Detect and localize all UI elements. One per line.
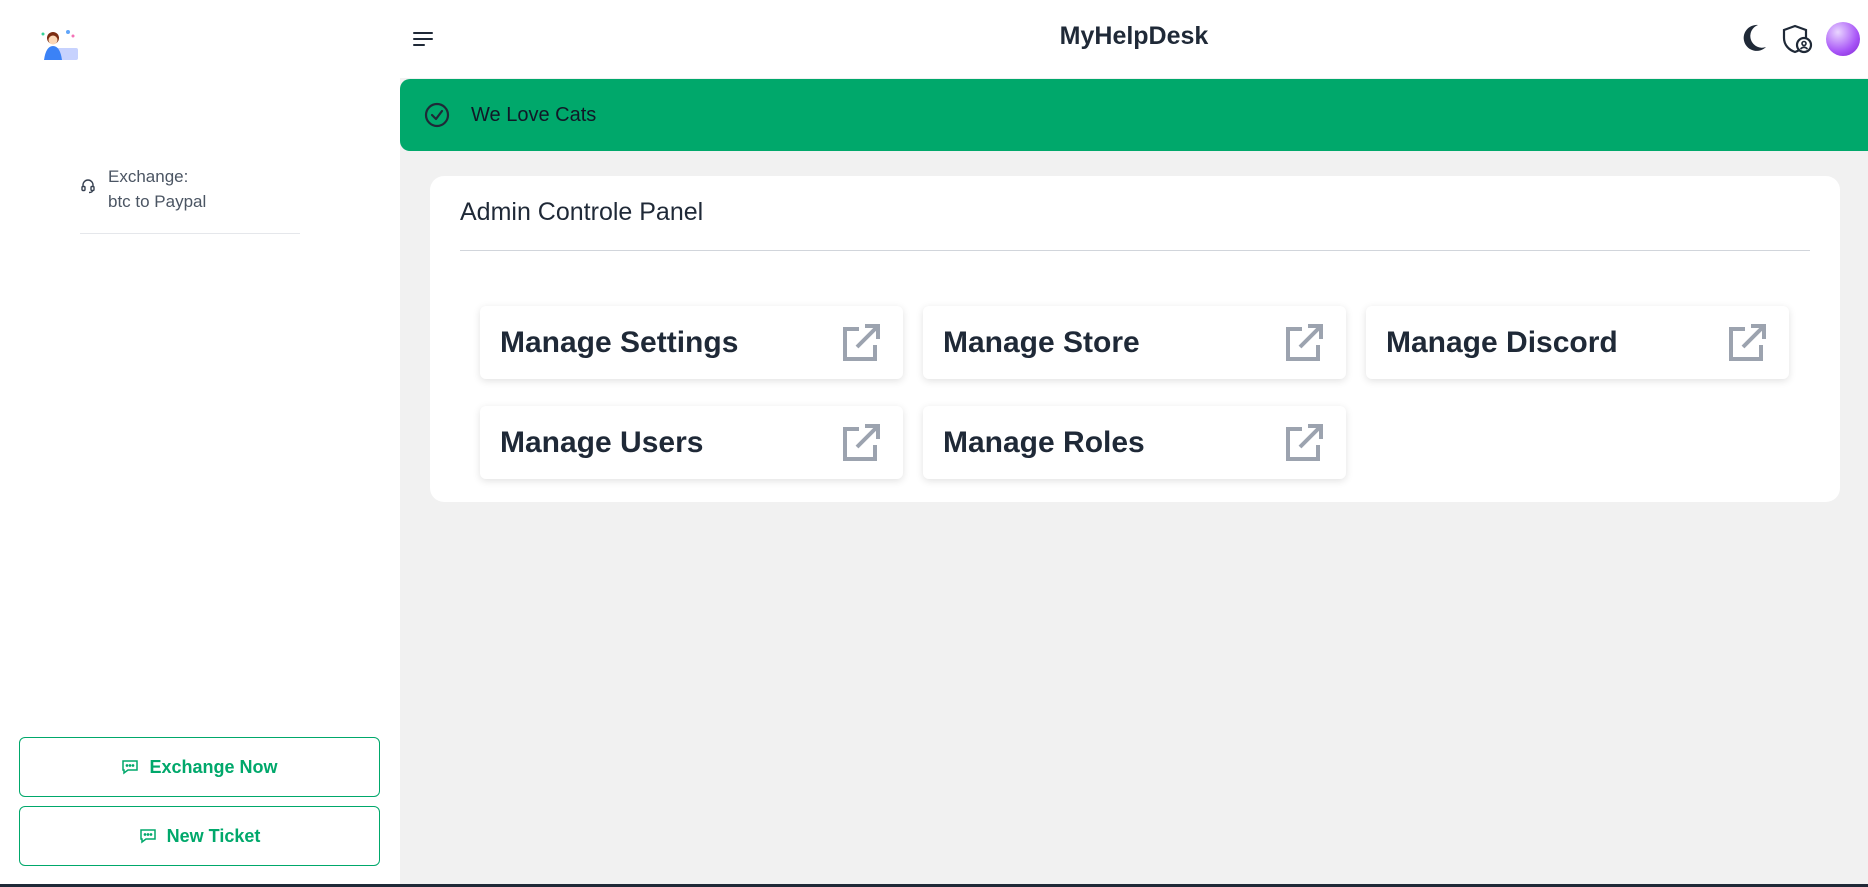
top-header: MyHelpDesk [400, 0, 1868, 78]
chat-icon [122, 760, 139, 775]
notification-text: We Love Cats [471, 103, 597, 126]
headset-icon [81, 179, 95, 194]
external-link-icon [1729, 323, 1766, 361]
app-title: MyHelpDesk [1059, 22, 1209, 50]
app-root: Exchange: btc to Paypal Exchange Now New… [0, 0, 1868, 887]
exchange-now-label: Exchange Now [149, 756, 278, 777]
exchange-now-button[interactable]: Exchange Now [19, 737, 380, 797]
admin-panel: Admin Controle Panel Manage Settings Man… [430, 176, 1840, 502]
manage-store-card[interactable]: Manage Store [923, 306, 1346, 379]
card-label: Manage Discord [1386, 325, 1618, 359]
card-label: Manage Settings [500, 325, 739, 359]
logo[interactable] [38, 26, 80, 64]
card-label: Manage Roles [943, 425, 1145, 459]
sidebar-item-exchange-btc-paypal[interactable]: Exchange: btc to Paypal [80, 164, 300, 234]
sidebar-item-label-line2: btc to Paypal [108, 192, 207, 211]
new-ticket-button[interactable]: New Ticket [19, 806, 380, 866]
external-link-icon [1286, 423, 1323, 461]
new-ticket-label: New Ticket [166, 825, 261, 846]
card-label: Manage Users [500, 425, 704, 459]
page-title: Admin Controle Panel [460, 198, 704, 226]
notification-banner: We Love Cats [400, 79, 1868, 151]
manage-roles-card[interactable]: Manage Roles [923, 406, 1346, 479]
external-link-icon [1286, 323, 1323, 361]
external-link-icon [843, 323, 880, 361]
moon-icon[interactable] [1738, 22, 1768, 54]
avatar[interactable] [1826, 22, 1860, 56]
manage-settings-card[interactable]: Manage Settings [480, 306, 903, 379]
sidebar: Exchange: btc to Paypal Exchange Now New… [0, 0, 400, 887]
check-circle-icon [424, 102, 450, 128]
chat-icon [139, 829, 156, 844]
manage-users-card[interactable]: Manage Users [480, 406, 903, 479]
external-link-icon [843, 423, 880, 461]
manage-discord-card[interactable]: Manage Discord [1366, 306, 1789, 379]
shield-user-icon[interactable] [1781, 23, 1813, 55]
sidebar-item-label-line1: Exchange: [108, 167, 189, 186]
divider [460, 250, 1810, 251]
card-label: Manage Store [943, 325, 1140, 359]
